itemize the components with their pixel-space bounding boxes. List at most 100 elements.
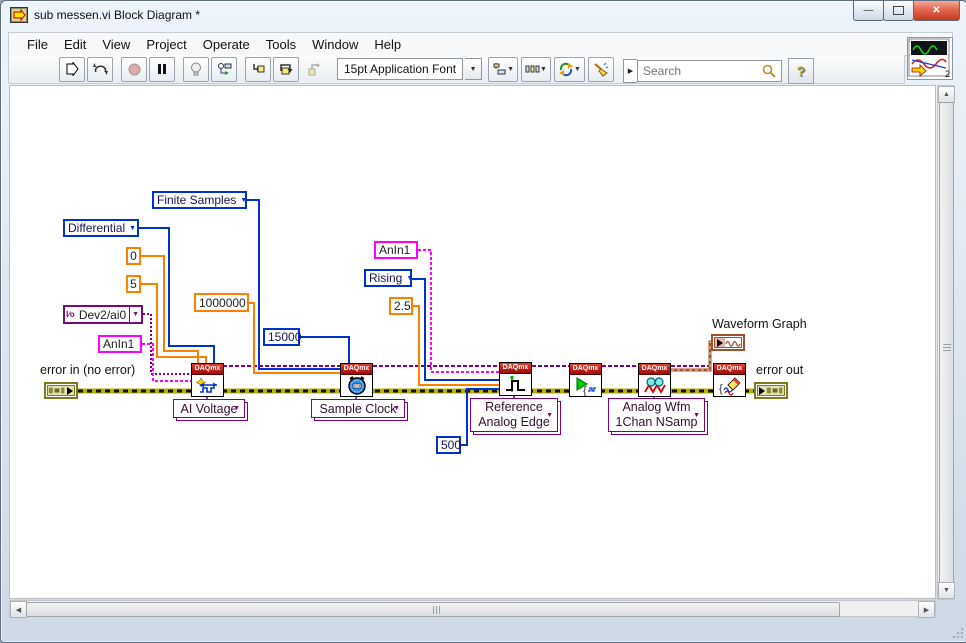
scroll-right-button[interactable]: ▶ (918, 601, 935, 618)
waveform-graph-terminal[interactable] (711, 334, 745, 351)
daqmx-header: DAQmx (192, 364, 223, 375)
titlebar[interactable]: sub messen.vi Block Diagram * — ✕ (1, 1, 966, 31)
vi-icon-badge[interactable]: 2 (907, 37, 953, 80)
step-into-button[interactable] (245, 56, 271, 82)
reorder-button[interactable]: ▼ (553, 56, 585, 82)
selector-dropdown-icon[interactable]: ▼ (546, 412, 553, 419)
lightbulb-icon (191, 62, 201, 76)
trigger-level-constant[interactable]: 2.5 (389, 297, 413, 315)
pause-icon (158, 64, 166, 74)
daqmx-header: DAQmx (341, 364, 372, 375)
terminal-direction-icon (67, 386, 73, 395)
scroll-left-button[interactable]: ◀ (10, 601, 27, 618)
pretrigger-samples-constant[interactable]: 500 (436, 436, 461, 454)
trigger-selector-line2: Analog Edge (478, 415, 550, 429)
error-cluster-icon (48, 387, 65, 394)
run-continuous-button[interactable] (87, 56, 113, 82)
read-selector[interactable]: Analog Wfm 1Chan NSamp ▼ (608, 398, 705, 432)
create-channel-selector[interactable]: AI Voltage ▼ (173, 399, 245, 418)
numeric-constant-0[interactable]: 0 (126, 247, 141, 265)
rate-label: 1000000 (199, 295, 246, 310)
step-out-button[interactable] (301, 57, 327, 82)
enum-dropdown-icon[interactable]: ▼ (129, 225, 136, 232)
vi-icon-image (908, 38, 950, 77)
abort-button[interactable] (121, 56, 147, 82)
scroll-down-button[interactable]: ▼ (938, 582, 955, 599)
constant-0-label: 0 (130, 249, 137, 263)
error-out-label: error out (756, 363, 804, 377)
highlight-execution-button[interactable] (183, 56, 209, 82)
close-button[interactable]: ✕ (913, 1, 960, 21)
window-title: sub messen.vi Block Diagram * (34, 8, 201, 22)
menu-help[interactable]: Help (366, 35, 409, 54)
align-objects-icon (493, 63, 506, 75)
read-selector-line1: Analog Wfm (622, 400, 691, 414)
rising-enum[interactable]: Rising ▼ (364, 269, 413, 287)
anin1-trigger-label: AnIn1 (379, 243, 411, 257)
differential-enum[interactable]: Differential ▼ (63, 219, 139, 237)
horizontal-scrollbar[interactable]: ◀ ▶ (9, 600, 936, 618)
clean-up-diagram-button[interactable] (587, 56, 614, 82)
search-options-button[interactable]: ▶ (623, 59, 637, 83)
differential-label: Differential (68, 221, 126, 235)
physical-channel-constant[interactable]: I∕o Dev2/ai0 ▼ (63, 305, 143, 324)
vertical-scroll-thumb[interactable] (939, 102, 954, 585)
maximize-button[interactable] (883, 1, 914, 21)
window-resize-grip[interactable] (952, 627, 964, 639)
pause-button[interactable] (149, 56, 175, 82)
search-icon (762, 64, 776, 78)
distribute-objects-button[interactable]: ▼ (521, 56, 551, 82)
menu-edit[interactable]: Edit (56, 35, 94, 54)
horizontal-scroll-thumb[interactable] (26, 602, 840, 617)
daqmx-timing-node[interactable]: DAQmx (340, 363, 373, 397)
retain-wire-values-button[interactable] (211, 56, 237, 82)
menu-operate[interactable]: Operate (195, 35, 258, 54)
menu-project[interactable]: Project (138, 35, 194, 54)
samples-constant[interactable]: 15000 (263, 328, 301, 346)
help-button[interactable]: ? (788, 58, 814, 84)
trigger-selector-line1: Reference (485, 400, 543, 414)
error-in-label: error in (no error) (40, 363, 136, 377)
scroll-up-button[interactable]: ▲ (938, 86, 955, 103)
selector-dropdown-icon[interactable]: ▼ (393, 405, 400, 412)
minimize-button[interactable]: — (853, 1, 884, 21)
diagram-canvas[interactable] (9, 85, 936, 599)
font-selector[interactable]: 15pt Application Font (337, 58, 464, 80)
step-over-button[interactable] (273, 56, 299, 82)
menu-tools[interactable]: Tools (258, 35, 304, 54)
run-arrow-icon (66, 62, 79, 76)
search-input[interactable] (637, 60, 782, 82)
daqmx-start-task-node[interactable]: DAQmx { (569, 363, 602, 397)
finite-samples-enum[interactable]: Finite Samples ▼ (152, 191, 247, 209)
selector-dropdown-icon[interactable]: ▼ (693, 412, 700, 419)
rate-constant[interactable]: 1000000 (194, 293, 249, 312)
finite-samples-label: Finite Samples (157, 193, 237, 207)
selector-dropdown-icon[interactable]: ▼ (233, 405, 240, 412)
error-in-terminal[interactable] (44, 382, 78, 399)
numeric-constant-5[interactable]: 5 (126, 275, 141, 293)
vertical-scrollbar[interactable]: ▲ ▼ (937, 85, 955, 600)
daqmx-read-node[interactable]: DAQmx (638, 363, 671, 397)
align-objects-button[interactable]: ▼ (488, 56, 519, 82)
menu-window[interactable]: Window (304, 35, 366, 54)
font-selector-dropdown[interactable]: ▼ (465, 58, 483, 80)
trigger-selector[interactable]: Reference Analog Edge ▼ (470, 398, 558, 432)
run-button[interactable] (59, 56, 85, 82)
timing-selector[interactable]: Sample Clock ▼ (311, 399, 405, 418)
enum-dropdown-icon[interactable]: ▼ (240, 197, 247, 204)
enum-dropdown-icon[interactable]: ▼ (406, 275, 413, 282)
error-out-terminal[interactable] (754, 382, 788, 399)
daqmx-create-channel-node[interactable]: DAQmx (191, 363, 224, 397)
ai-voltage-label: AI Voltage (180, 401, 238, 416)
trigger-source-constant[interactable]: AnIn1 (374, 241, 418, 259)
terminal-direction-icon (717, 338, 723, 347)
broom-icon (594, 62, 609, 77)
menu-file[interactable]: File (19, 35, 56, 54)
io-dropdown-icon[interactable]: ▼ (129, 307, 141, 322)
menu-bar: File Edit View Project Operate Tools Win… (8, 32, 953, 56)
channel-name-constant[interactable]: AnIn1 (98, 335, 142, 353)
daqmx-trigger-node[interactable]: DAQmx (499, 362, 532, 396)
svg-text:{: { (583, 385, 587, 396)
menu-view[interactable]: View (94, 35, 138, 54)
daqmx-clear-task-node[interactable]: DAQmx { (713, 363, 746, 397)
